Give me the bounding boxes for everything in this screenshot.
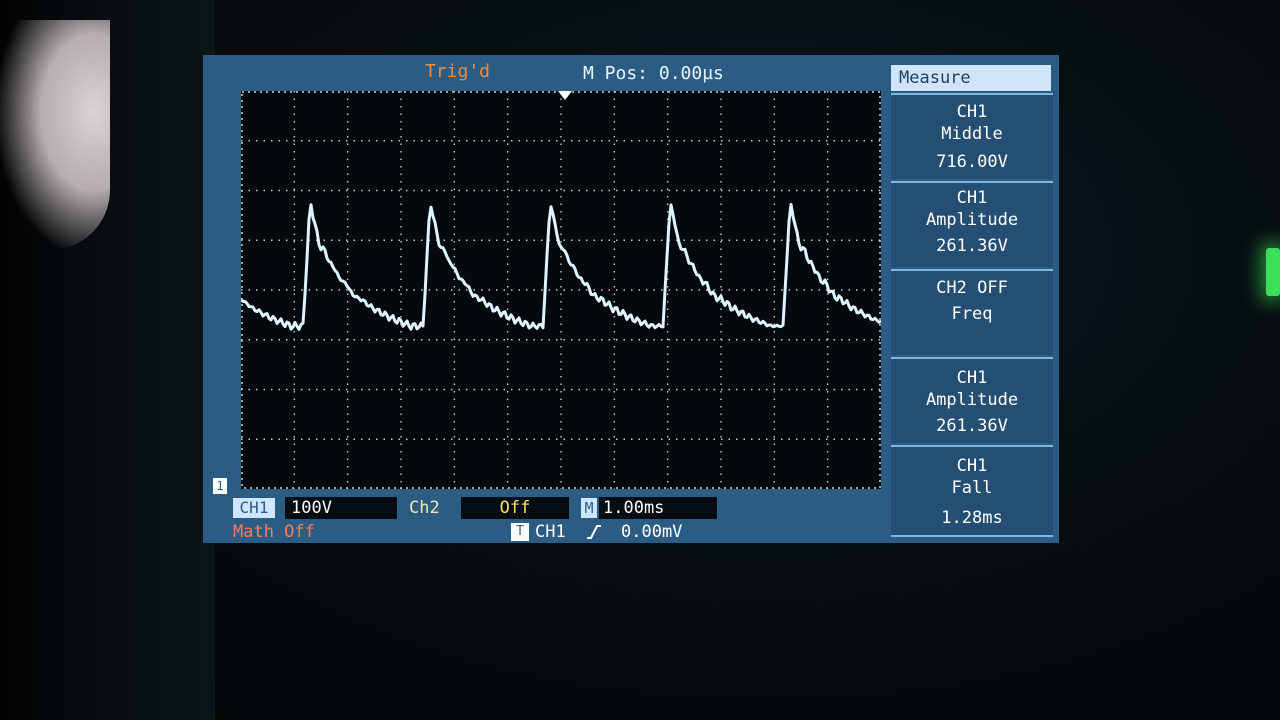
slot-type: Middle: [941, 124, 1003, 144]
slot-source: CH1: [956, 456, 988, 476]
trigger-source: CH1: [535, 522, 566, 542]
trigger-position-marker: [558, 91, 572, 100]
measure-slot-2[interactable]: CH1 Amplitude 261.36V: [891, 181, 1053, 267]
ch2-label[interactable]: Ch2: [409, 497, 440, 519]
slot-value: 1.28ms: [941, 508, 1003, 528]
slot-source: CH1: [956, 102, 988, 122]
timebase-tag: M: [581, 498, 597, 518]
ch1-tag[interactable]: CH1: [233, 498, 275, 518]
waveform-display: [241, 91, 881, 489]
background-light: [0, 20, 110, 250]
slot-source: CH1: [956, 188, 988, 208]
slot-value: Freq: [951, 304, 993, 324]
slot-source: CH1: [956, 368, 988, 388]
timebase-value: 1.00ms: [599, 497, 717, 519]
slot-value: 261.36V: [936, 416, 1008, 436]
power-led: [1266, 248, 1280, 296]
slot-type: Fall: [951, 478, 993, 498]
slot-value: 261.36V: [936, 236, 1008, 256]
slot-type: Amplitude: [925, 390, 1019, 410]
slot-value: 716.00V: [936, 152, 1008, 172]
ch1-trace: [241, 202, 881, 331]
horizontal-position: M Pos: 0.00µs: [583, 63, 724, 84]
status-bar: Trig'd M Pos: 0.00µs: [203, 55, 887, 87]
trigger-level: 0.00mV: [621, 522, 683, 542]
trigger-tag: T: [511, 523, 529, 541]
slot-type: Amplitude: [925, 210, 1019, 230]
measure-slot-4[interactable]: CH1 Amplitude 261.36V: [891, 357, 1053, 443]
trigger-status: Trig'd: [425, 61, 491, 82]
measure-slot-3[interactable]: CH2 OFF Freq: [891, 269, 1053, 355]
measure-slot-1[interactable]: CH1 Middle 716.00V: [891, 93, 1053, 179]
rising-edge-icon: [587, 525, 601, 539]
ch1-volts-per-div: 100V: [285, 497, 397, 519]
scope-screen: Trig'd M Pos: 0.00µs 1 CH1 100V Ch2 Off …: [203, 55, 1059, 543]
measure-menu: Measure CH1 Middle 716.00V CH1 Amplitude…: [891, 65, 1053, 539]
math-status: Math Off: [233, 522, 315, 542]
waveform-svg: [241, 91, 881, 489]
menu-title: Measure: [891, 65, 1051, 91]
slot-source: CH2 OFF: [936, 278, 1008, 298]
measure-slot-5[interactable]: CH1 Fall 1.28ms: [891, 445, 1053, 537]
ch2-state: Off: [461, 497, 569, 519]
